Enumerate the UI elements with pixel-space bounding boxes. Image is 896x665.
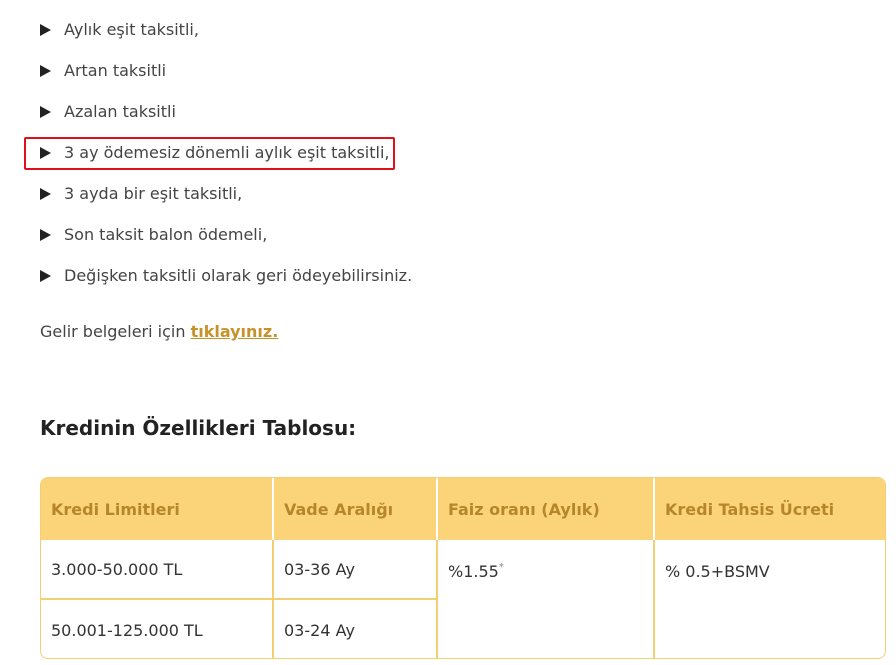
section-title: Kredinin Özellikleri Tablosu:	[40, 416, 357, 440]
list-item: 3 ayda bir eşit taksitli,	[40, 173, 412, 214]
cell-tahsis-ucreti: % 0.5+BSMV	[665, 562, 770, 581]
list-item-text: Son taksit balon ödemeli,	[64, 225, 268, 244]
income-documents-text: Gelir belgeleri için	[40, 322, 191, 341]
list-item-text: 3 ay ödemesiz dönemli aylık eşit taksitl…	[64, 143, 390, 162]
triangle-bullet-icon	[40, 146, 51, 159]
click-here-link[interactable]: tıklayınız.	[191, 322, 279, 341]
list-item: Son taksit balon ödemeli,	[40, 214, 412, 255]
triangle-bullet-icon	[40, 228, 51, 241]
header-kredi-limitleri: Kredi Limitleri	[41, 478, 274, 540]
list-item-text: Azalan taksitli	[64, 102, 176, 121]
loan-features-table: Kredi Limitleri Vade Aralığı Faiz oranı …	[40, 477, 886, 659]
income-documents-line: Gelir belgeleri için tıklayınız.	[40, 322, 278, 341]
faiz-footnote-mark: *	[498, 562, 504, 573]
header-tahsis-ucreti: Kredi Tahsis Ücreti	[655, 478, 885, 540]
list-item: Aylık eşit taksitli,	[40, 9, 412, 50]
list-item: Azalan taksitli	[40, 91, 412, 132]
triangle-bullet-icon	[40, 105, 51, 118]
list-item-text: Artan taksitli	[64, 61, 167, 80]
cell-limit-row2: 50.001-125.000 TL	[41, 600, 274, 658]
triangle-bullet-icon	[40, 64, 51, 77]
cell-faiz: %1.55 *	[438, 540, 655, 658]
list-item-text: 3 ayda bir eşit taksitli,	[64, 184, 243, 203]
list-item-text: Aylık eşit taksitli,	[64, 20, 199, 39]
list-item-text: Değişken taksitli olarak geri ödeyebilir…	[64, 266, 413, 285]
list-item: Değişken taksitli olarak geri ödeyebilir…	[40, 255, 412, 296]
list-item: 3 ay ödemesiz dönemli aylık eşit taksitl…	[40, 132, 412, 173]
faiz-value: %1.55	[448, 562, 499, 581]
list-item: Artan taksitli	[40, 50, 412, 91]
repayment-options-list: Aylık eşit taksitli, Artan taksitli Azal…	[40, 0, 412, 296]
cell-vade-row1: 03-36 Ay	[274, 540, 438, 600]
cell-vade-row2: 03-24 Ay	[274, 600, 438, 658]
cell-limit-row1: 3.000-50.000 TL	[41, 540, 274, 600]
triangle-bullet-icon	[40, 187, 51, 200]
header-faiz-orani: Faiz oranı (Aylık)	[438, 478, 655, 540]
triangle-bullet-icon	[40, 23, 51, 36]
triangle-bullet-icon	[40, 269, 51, 282]
header-vade-araligi: Vade Aralığı	[274, 478, 438, 540]
